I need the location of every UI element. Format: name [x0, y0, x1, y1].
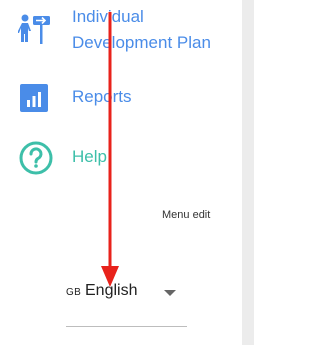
nav-label-help: Help	[72, 147, 107, 166]
nav-item-individual-development-plan[interactable]: Individual Development Plan	[0, 4, 242, 60]
language-select[interactable]: GB English	[66, 278, 188, 306]
bar-chart-icon	[18, 82, 50, 119]
language-select-underline	[66, 326, 187, 327]
nav-label-reports: Reports	[72, 87, 132, 106]
side-menu-panel: Individual Development Plan Reports Help…	[0, 0, 242, 345]
help-circle-icon	[18, 140, 54, 181]
language-code: GB	[66, 287, 82, 298]
menu-edit-link[interactable]: Menu edit	[162, 209, 210, 221]
person-signpost-icon	[17, 12, 52, 51]
chevron-down-icon	[164, 290, 176, 296]
nav-item-help[interactable]: Help	[0, 138, 242, 178]
language-name: English	[85, 282, 138, 299]
vertical-scrollbar[interactable]	[242, 0, 254, 345]
nav-label-individual-development-plan: Individual Development Plan	[72, 7, 211, 52]
nav-item-reports[interactable]: Reports	[0, 80, 242, 116]
